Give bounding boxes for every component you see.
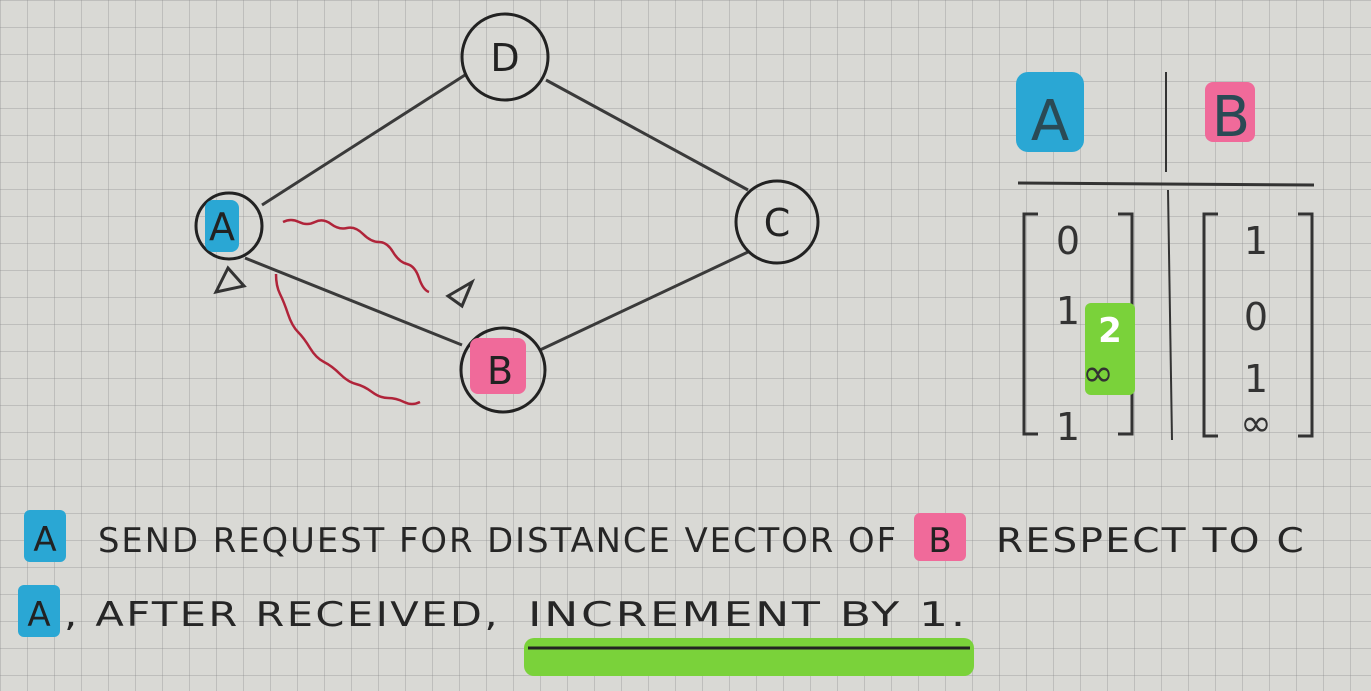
note1-text-2: RESPECT TO C	[996, 521, 1306, 561]
vector-b-right-bracket	[1298, 212, 1314, 438]
vector-b-left-bracket	[1202, 212, 1218, 438]
vector-b-row2: 0	[1244, 295, 1268, 339]
vector-a-row2: 1	[1056, 289, 1080, 333]
graph-edges	[244, 73, 749, 352]
vector-b-row4: ∞	[1240, 401, 1272, 445]
note1-text-1: SEND REQUEST FOR DISTANCE VECTOR OF	[98, 521, 898, 561]
node-c: C	[734, 179, 820, 265]
notes: A SEND REQUEST FOR DISTANCE VECTOR OF B …	[18, 510, 1306, 676]
note1-node-a: A	[33, 520, 56, 560]
graph-nodes: D A C B	[194, 12, 820, 414]
node-b-label: B	[487, 349, 513, 393]
vector-a-row3: ∞	[1082, 351, 1114, 395]
table-header-a: A	[1031, 89, 1069, 154]
note2-text-1: , AFTER RECEIVED,	[64, 595, 500, 635]
node-a: A	[194, 191, 264, 261]
vector-b-row1: 1	[1244, 219, 1268, 263]
vector-a-row2-update: 2	[1098, 311, 1122, 351]
vector-b-row3: 1	[1244, 357, 1268, 401]
request-arrowhead	[445, 278, 476, 309]
node-d: D	[460, 12, 550, 102]
node-b: B	[459, 326, 547, 414]
distance-tables: A B 0 1 2 ∞ 1 1 0 1 ∞	[1016, 72, 1315, 449]
column-divider	[1167, 189, 1173, 441]
note2-node-a: A	[27, 595, 50, 635]
reply-arrowhead	[213, 265, 247, 295]
node-a-label: A	[209, 205, 235, 249]
edge-d-c	[545, 78, 749, 192]
header-separator	[1017, 181, 1315, 187]
note2-text-2: INCREMENT BY 1.	[528, 595, 968, 635]
node-c-label: C	[764, 201, 791, 245]
vector-a-left-bracket	[1022, 212, 1038, 436]
edge-a-d	[261, 73, 466, 207]
vector-a-row1: 0	[1056, 219, 1080, 263]
reply-arrow	[274, 273, 421, 406]
edge-a-b	[244, 256, 463, 347]
table-header-b: B	[1212, 85, 1250, 150]
increment-underline-highlight	[524, 638, 974, 676]
note1-node-b: B	[928, 521, 951, 561]
node-d-label: D	[490, 36, 519, 80]
edge-b-c	[539, 250, 749, 352]
vector-a-row4: 1	[1056, 405, 1080, 449]
notebook-diagram: D A C B A B 0 1 2 ∞ 1 1 0 1 ∞ A SEND REQ…	[18, 12, 1315, 676]
